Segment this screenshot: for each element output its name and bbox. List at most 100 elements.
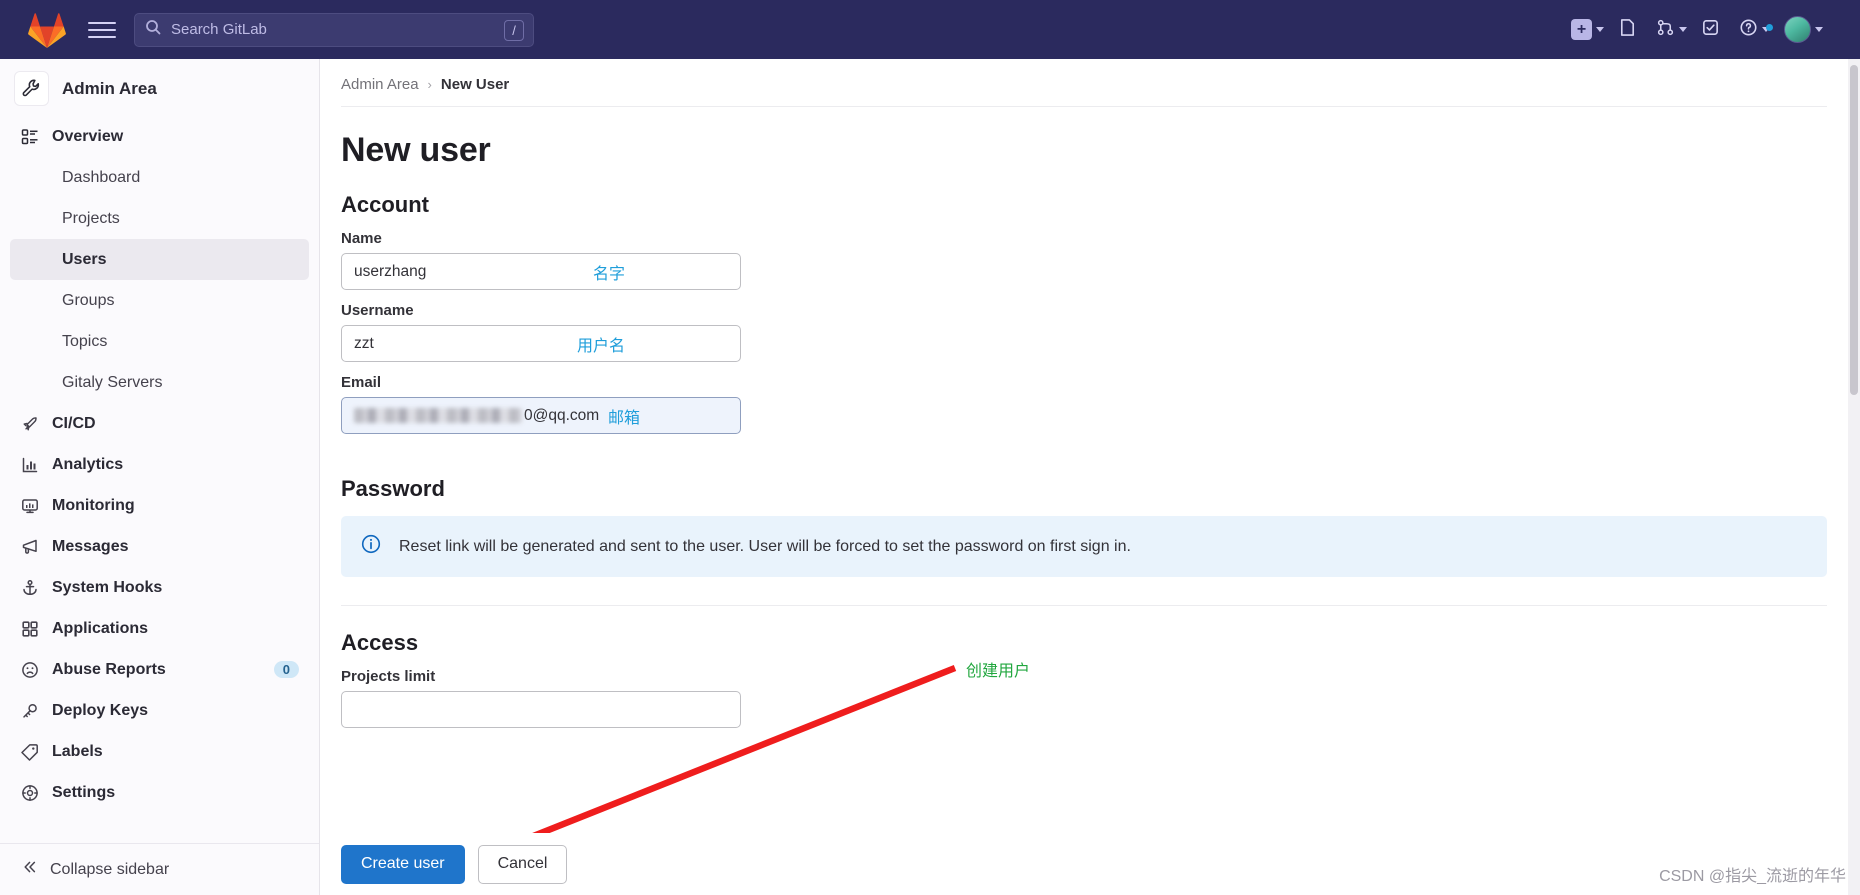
sidebar-item-abuse-reports[interactable]: Abuse Reports 0: [10, 649, 309, 690]
info-circle-icon: [361, 534, 381, 559]
email-annotation-cn: 邮箱: [607, 409, 640, 427]
projects-limit-field-group: Projects limit: [320, 656, 1848, 728]
projects-limit-label: Projects limit: [341, 668, 436, 685]
sidebar-item-label: Settings: [52, 783, 116, 801]
sidebar-item-overview[interactable]: Overview: [10, 116, 309, 157]
breadcrumb-separator: ›: [427, 77, 432, 92]
page-title: New user: [341, 131, 491, 169]
username-label: Username: [341, 302, 414, 319]
sidebar-item-label: Projects: [62, 209, 120, 227]
sidebar-item-deploy-keys[interactable]: Deploy Keys: [10, 690, 309, 731]
redacted-email-prefix: [354, 408, 522, 423]
chart-bar-icon: [20, 455, 40, 475]
sidebar-item-applications[interactable]: Applications: [10, 608, 309, 649]
breadcrumb: Admin Area › New User: [320, 59, 1848, 93]
merge-requests-button[interactable]: [1651, 12, 1692, 48]
sidebar-item-cicd[interactable]: CI/CD: [10, 403, 309, 444]
avatar: [1784, 16, 1811, 43]
navbar-actions: +: [1566, 12, 1842, 48]
sidebar-item-label: Abuse Reports: [52, 660, 166, 678]
green-annotation-label: 创建用户: [966, 663, 1031, 680]
issues-button[interactable]: [1613, 12, 1647, 48]
projects-limit-input[interactable]: [341, 691, 741, 728]
username-input-value: zzt: [354, 334, 374, 352]
anchor-icon: [20, 578, 40, 598]
search-box[interactable]: /: [134, 12, 534, 47]
sidebar-item-analytics[interactable]: Analytics: [10, 444, 309, 485]
label-tag-icon: [20, 742, 40, 762]
access-section-title: Access: [341, 630, 419, 655]
password-section-title: Password: [341, 476, 445, 501]
breadcrumb-parent[interactable]: Admin Area: [341, 76, 419, 93]
chevron-down-icon: [1596, 27, 1604, 32]
username-input[interactable]: zzt 用户名: [341, 325, 741, 362]
name-label: Name: [341, 230, 382, 247]
sidebar-item-label: Analytics: [52, 455, 124, 473]
scrollbar-thumb[interactable]: [1850, 65, 1858, 395]
password-alert-text: Reset link will be generated and sent to…: [399, 537, 1131, 555]
sidebar-item-label: Applications: [52, 619, 149, 637]
frown-face-icon: [20, 660, 40, 680]
sidebar-item-system-hooks[interactable]: System Hooks: [10, 567, 309, 608]
sidebar-item-messages[interactable]: Messages: [10, 526, 309, 567]
megaphone-icon: [20, 537, 40, 557]
sidebar-header[interactable]: Admin Area: [0, 59, 319, 116]
sidebar-item-monitoring[interactable]: Monitoring: [10, 485, 309, 526]
wrench-icon: [14, 71, 49, 106]
key-icon: [20, 701, 40, 721]
monitor-icon: [20, 496, 40, 516]
name-field-group: Name userzhang 名字: [320, 218, 1848, 290]
sidebar-item-gitaly-servers[interactable]: Gitaly Servers: [10, 362, 309, 403]
cancel-button[interactable]: Cancel: [477, 844, 568, 884]
name-input[interactable]: userzhang 名字: [341, 253, 741, 290]
chevron-down-icon: [1815, 27, 1823, 32]
email-input-value: 0@qq.com: [524, 406, 600, 424]
sidebar-item-label: Monitoring: [52, 496, 135, 514]
sidebar-item-label: Gitaly Servers: [62, 373, 163, 391]
sidebar-item-projects[interactable]: Projects: [10, 198, 309, 239]
account-section-title: Account: [341, 192, 429, 217]
sidebar-item-label: Deploy Keys: [52, 701, 149, 719]
main-content: Admin Area › New User New user Account N…: [320, 59, 1848, 895]
username-field-group: Username zzt 用户名: [320, 290, 1848, 362]
sidebar-item-settings[interactable]: Settings: [10, 772, 309, 813]
search-input[interactable]: [169, 20, 449, 39]
hamburger-menu-icon[interactable]: [88, 16, 116, 44]
breadcrumb-current[interactable]: New User: [441, 76, 509, 93]
sidebar-item-labels[interactable]: Labels: [10, 731, 309, 772]
name-annotation-cn: 名字: [592, 265, 625, 283]
help-button[interactable]: [1734, 12, 1775, 48]
page-scrollbar[interactable]: [1848, 59, 1860, 895]
collapse-sidebar-label: Collapse sidebar: [50, 860, 170, 878]
user-menu-button[interactable]: [1779, 12, 1828, 48]
sidebar-item-label: Messages: [52, 537, 129, 555]
sidebar-item-label: Groups: [62, 291, 115, 309]
password-info-alert: Reset link will be generated and sent to…: [341, 516, 1827, 577]
chevron-double-left-icon: [22, 859, 38, 880]
gear-icon: [20, 783, 40, 803]
top-navbar: / +: [0, 0, 1860, 59]
sidebar-item-topics[interactable]: Topics: [10, 321, 309, 362]
sidebar-title: Admin Area: [62, 78, 157, 98]
create-new-button[interactable]: +: [1566, 12, 1609, 48]
collapse-sidebar-button[interactable]: Collapse sidebar: [0, 843, 319, 895]
sidebar-item-users[interactable]: Users: [10, 239, 309, 280]
sidebar-item-dashboard[interactable]: Dashboard: [10, 157, 309, 198]
merge-request-icon: [1656, 18, 1675, 42]
sidebar-item-label: Users: [62, 250, 107, 268]
sidebar-items: Overview Dashboard Projects Users Groups…: [0, 116, 319, 843]
chevron-down-icon: [1679, 27, 1687, 32]
admin-sidebar: Admin Area Overview Dashboard Projects U…: [0, 59, 320, 895]
email-input[interactable]: 0@qq.com 邮箱: [341, 397, 741, 434]
name-input-value: userzhang: [354, 262, 427, 280]
rocket-icon: [20, 414, 40, 434]
sidebar-item-label: System Hooks: [52, 578, 163, 596]
email-field-group: Email 0@qq.com 邮箱: [320, 362, 1848, 434]
sidebar-item-groups[interactable]: Groups: [10, 280, 309, 321]
create-user-button[interactable]: Create user: [341, 844, 465, 884]
sidebar-item-label: Topics: [62, 332, 108, 350]
watermark: CSDN @指尖_流逝的年华: [1659, 868, 1846, 885]
todos-button[interactable]: [1696, 12, 1730, 48]
help-circle-icon: [1739, 18, 1758, 42]
gitlab-fox-logo[interactable]: [28, 12, 66, 48]
